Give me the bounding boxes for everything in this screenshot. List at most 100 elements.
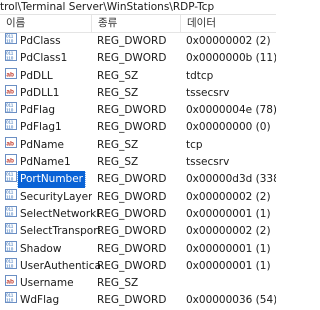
value-data: 0x00000001 (1) (186, 207, 271, 220)
value-name: WdFlag (20, 294, 60, 307)
value-name-cell: 011110UserAuthenticati... (5, 257, 100, 275)
binary-value-icon: 011 110 (5, 292, 20, 309)
binary-value-icon: 011 110 (5, 33, 20, 50)
value-name-cell: 011 110 SecurityLayer (5, 188, 100, 206)
registry-value-row[interactable]: 011110PortNumberREG_DWORD 0x00000d3d (338… (0, 171, 276, 189)
value-data: 0x00000001 (1) (186, 242, 271, 255)
value-name-cell: 011 110 PdFlag1 (5, 119, 100, 136)
svg-text:ab: ab (6, 140, 14, 147)
svg-text:ab: ab (6, 279, 14, 286)
value-name-cell: 011 110 PortNumber (5, 171, 100, 189)
value-data: tssecsrv (186, 86, 230, 99)
registry-value-row[interactable]: 011 110 SelectTransport REG_DWORD 0x00000002… (0, 223, 276, 240)
value-name: PdFlag1 (20, 121, 62, 134)
svg-text:ab: ab (6, 158, 14, 165)
value-type: REG_DWORD (97, 207, 167, 220)
value-name: SelectNetworkD... (20, 207, 100, 220)
list-header: 이름 종류 데이터 (0, 15, 276, 33)
value-name: Username (20, 277, 74, 290)
value-name: PdClass1 (20, 52, 68, 65)
svg-text:110: 110 (6, 246, 14, 251)
binary-value-icon: 011 110 (5, 50, 20, 67)
value-type: REG_SZ (97, 86, 139, 99)
value-name: PdDLL (20, 69, 53, 82)
value-name-cell: 011 110 SelectTransport (5, 223, 100, 240)
value-data: tssecsrv (186, 156, 230, 169)
value-data: 0x00000002 (2) (186, 225, 271, 238)
value-name-cell: 011110SelectNetworkD... (5, 205, 100, 223)
value-data: 0x0000000b (11) (186, 52, 276, 65)
value-type: REG_DWORD (97, 52, 167, 65)
registry-values-list: 011 110 PdClass REG_DWORD 0x00000002 (2) 011 1… (0, 33, 276, 310)
value-type: REG_DWORD (97, 259, 167, 272)
value-type: REG_DWORD (97, 121, 167, 134)
svg-text:110: 110 (6, 298, 14, 303)
string-value-icon: ab (5, 136, 20, 154)
registry-value-row[interactable]: 011110UserAuthenticati...REG_DWORD 0x0000… (0, 257, 276, 275)
value-type: REG_DWORD (97, 35, 167, 47)
svg-text:110: 110 (6, 229, 14, 234)
binary-value-icon: 011 110 (5, 119, 20, 136)
value-name-cell: 011 110 Shadow (5, 240, 100, 258)
column-header-type[interactable]: 종류 (92, 15, 186, 32)
value-data: tdtcp (186, 69, 214, 82)
value-name-cell: 011 110 PdClass (5, 33, 100, 50)
value-type: REG_DWORD (97, 173, 167, 186)
registry-value-row[interactable]: 011 110 SecurityLayer REG_DWORD 0x00000002 (… (0, 188, 276, 206)
registry-value-row[interactable]: 011110SelectNetworkD...REG_DWORD 0x000000… (0, 205, 276, 223)
svg-text:110: 110 (6, 56, 14, 61)
value-data: 0x00000002 (2) (186, 190, 271, 203)
column-header-data[interactable]: 데이터 (181, 15, 282, 32)
value-name: UserAuthenticati... (20, 259, 100, 272)
registry-value-row[interactable]: ab PdDLL REG_SZ tdtcp (0, 67, 276, 85)
registry-value-row[interactable]: 011 110 PdFlag REG_DWORD 0x0000004e (78) (0, 102, 276, 119)
value-name-cell: ab PdDLL1 (5, 84, 100, 102)
value-name-cell: ab PdName1 (5, 154, 100, 171)
value-data: 0x00000002 (2) (186, 35, 271, 47)
registry-value-row[interactable]: 011 110 PdClass REG_DWORD 0x00000002 (2) (0, 33, 276, 50)
registry-path-bar[interactable]: trol\Terminal Server\WinStations\RDP-Tcp (0, 0, 276, 15)
value-type: REG_DWORD (97, 225, 167, 238)
value-name: SecurityLayer (20, 190, 93, 203)
value-type: REG_DWORD (97, 104, 167, 117)
value-name-cell: ab PdDLL (5, 67, 100, 85)
value-data: 0x00000d3d (3389) (186, 173, 276, 186)
value-data: 0x00000000 (0) (186, 121, 271, 134)
string-value-icon: ab (5, 154, 20, 171)
value-type: REG_DWORD (97, 190, 167, 203)
svg-text:110: 110 (6, 263, 14, 268)
value-name-cell: 011 110 PdClass1 (5, 50, 100, 67)
svg-text:110: 110 (6, 108, 14, 113)
svg-text:110: 110 (6, 194, 14, 199)
value-type: REG_SZ (97, 277, 139, 290)
binary-value-icon: 011 110 (5, 223, 20, 240)
registry-value-row[interactable]: 011 110 WdFlag REG_DWORD 0x00000036 (54) (0, 292, 276, 309)
registry-value-row[interactable]: 011 110 Shadow REG_DWORD 0x00000001 (1) (0, 240, 276, 258)
registry-value-row[interactable]: ab PdDLL1 REG_SZ tssecsrv (0, 84, 276, 102)
value-type: REG_DWORD (97, 242, 167, 255)
value-name: PdClass (20, 35, 61, 47)
string-value-icon: ab (5, 84, 20, 102)
svg-text:ab: ab (6, 88, 14, 95)
value-name-cell: 011 110 PdFlag (5, 102, 100, 119)
registry-value-row[interactable]: 011 110 PdClass1 REG_DWORD 0x0000000b (11) (0, 50, 276, 67)
svg-text:ab: ab (6, 71, 14, 78)
binary-value-icon: 011 110 (5, 257, 20, 275)
binary-value-icon: 011 110 (5, 188, 20, 206)
registry-value-row[interactable]: ab PdName1 REG_SZ tssecsrv (0, 154, 276, 171)
registry-value-row[interactable]: ab PdName REG_SZ tcp (0, 136, 276, 154)
registry-value-row[interactable]: ab Username REG_SZ (0, 275, 276, 292)
value-name: Shadow (20, 242, 62, 255)
value-name: PortNumber (17, 171, 86, 189)
value-type: REG_SZ (97, 69, 139, 82)
string-value-icon: ab (5, 275, 20, 292)
svg-text:110: 110 (6, 211, 14, 216)
value-name: PdDLL1 (20, 86, 60, 99)
binary-value-icon: 011 110 (5, 240, 20, 258)
value-type: REG_SZ (97, 138, 139, 151)
svg-text:110: 110 (6, 177, 14, 182)
binary-value-icon: 011 110 (5, 102, 20, 119)
column-header-name[interactable]: 이름 (0, 15, 96, 32)
registry-value-row[interactable]: 011 110 PdFlag1 REG_DWORD 0x00000000 (0) (0, 119, 276, 136)
value-name: PdName1 (20, 156, 71, 169)
